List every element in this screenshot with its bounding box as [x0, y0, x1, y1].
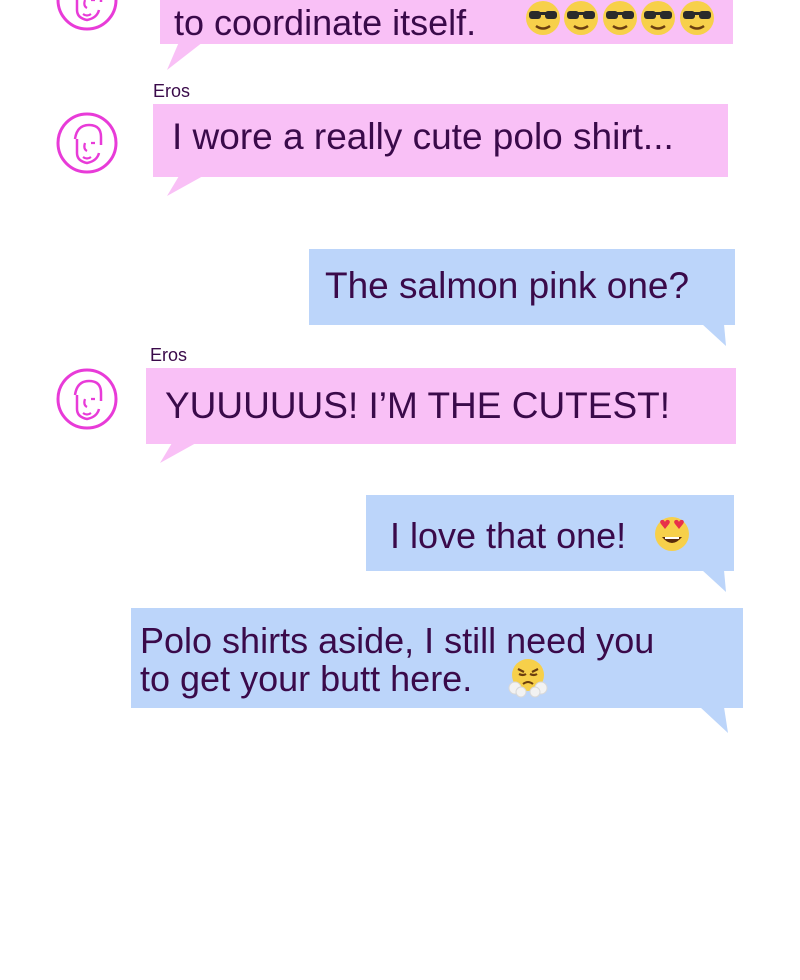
- message-text: I love that one!: [390, 515, 627, 556]
- heart-eyes-emoji-icon: [655, 517, 689, 551]
- steam-from-nose-emoji-icon: [508, 659, 548, 698]
- bubble-tail-incoming: [167, 176, 203, 196]
- avatar-eros-icon[interactable]: [55, 111, 119, 175]
- message-bubble-4: YUUUUUS! I’M THE CUTEST!: [146, 368, 736, 444]
- sunglasses-emoji-icon: [564, 1, 599, 35]
- sunglasses-emoji-icon: [602, 1, 637, 35]
- message-bubble-1: to coordinate itself.: [160, 0, 733, 44]
- avatar-eros-icon[interactable]: [55, 367, 119, 431]
- bubble-tail-outgoing: [702, 570, 726, 592]
- message-text: The salmon pink one?: [325, 265, 690, 306]
- sunglasses-emoji-icon: [679, 1, 714, 35]
- sender-name: Eros: [153, 81, 191, 101]
- message-bubble-6: Polo shirts aside, I still need you to g…: [131, 608, 743, 708]
- message-text: to coordinate itself.: [174, 2, 477, 43]
- message-text-line-2: to get your butt here.: [140, 658, 473, 699]
- message-text-line-1: Polo shirts aside, I still need you: [140, 620, 655, 661]
- sunglasses-emoji-icon: [641, 1, 676, 35]
- message-bubble-2: I wore a really cute polo shirt...: [153, 104, 728, 177]
- bubble-tail-outgoing: [702, 324, 726, 346]
- sender-name: Eros: [150, 345, 188, 365]
- message-bubble-3: The salmon pink one?: [309, 249, 735, 325]
- bubble-tail-outgoing: [700, 707, 728, 733]
- avatar-eros-icon[interactable]: [55, 0, 119, 32]
- bubble-tail-incoming: [160, 443, 196, 463]
- message-text: YUUUUUS! I’M THE CUTEST!: [165, 385, 671, 426]
- message-bubble-5: I love that one!: [366, 495, 734, 571]
- message-text: I wore a really cute polo shirt...: [172, 116, 674, 157]
- bubble-tail-incoming: [167, 42, 203, 70]
- sunglasses-emoji-icon: [526, 1, 560, 35]
